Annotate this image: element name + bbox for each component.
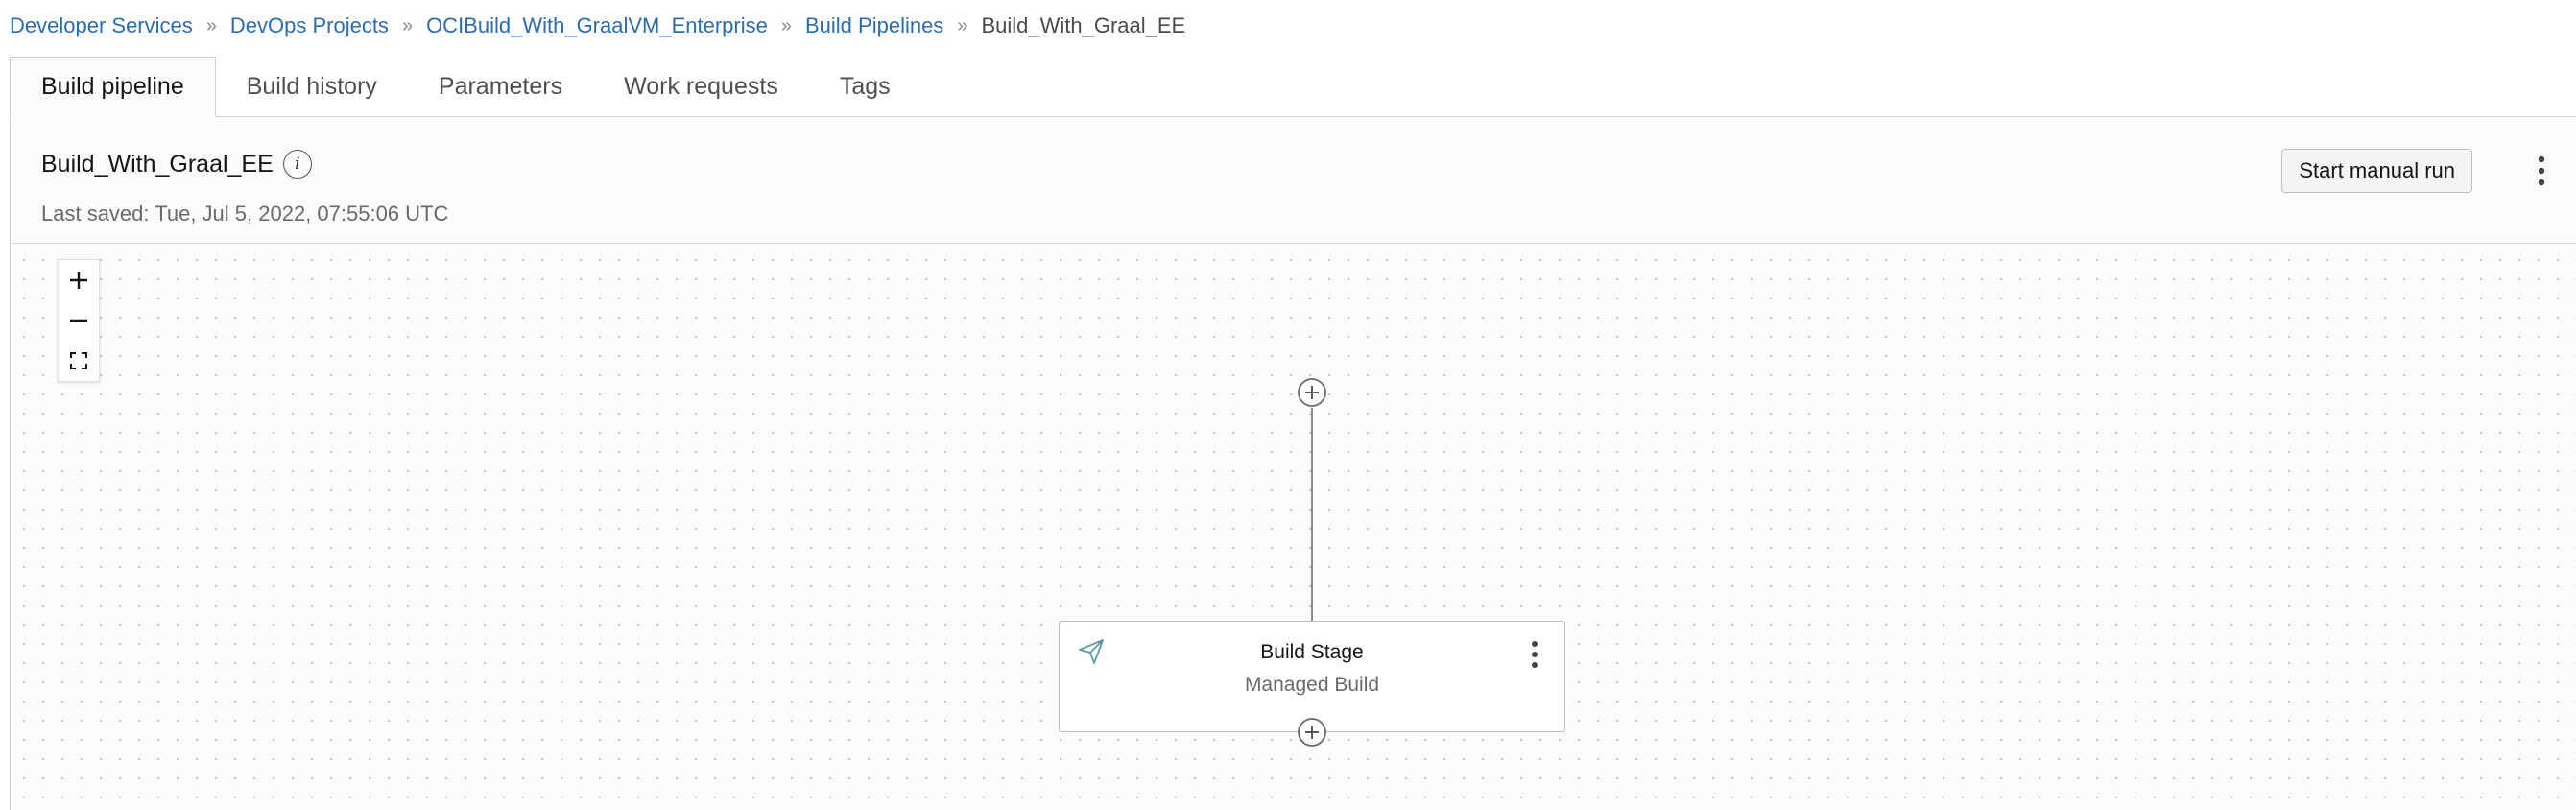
stage-more-actions-icon[interactable] [1528,639,1541,670]
last-saved-text: Last saved: Tue, Jul 5, 2022, 07:55:06 U… [41,202,449,226]
start-manual-run-button[interactable]: Start manual run [2281,149,2472,193]
tab-parameters[interactable]: Parameters [408,57,593,116]
build-stage-card[interactable]: Build Stage Managed Build [1059,621,1565,732]
pipeline-panel: Build_With_Graal_EE i Last saved: Tue, J… [10,117,2576,810]
pipeline-header: Build_With_Graal_EE i Last saved: Tue, J… [11,117,2576,244]
breadcrumb-devops-projects[interactable]: DevOps Projects [230,13,389,38]
tab-build-pipeline[interactable]: Build pipeline [10,57,216,117]
zoom-controls [58,259,100,382]
info-icon[interactable]: i [282,150,312,179]
plus-icon [70,272,87,289]
fit-to-screen-button[interactable] [59,341,99,381]
breadcrumb-developer-services[interactable]: Developer Services [10,13,193,38]
pipeline-canvas[interactable]: Build Stage Managed Build [11,245,2576,810]
breadcrumb-build-pipelines[interactable]: Build Pipelines [805,13,943,38]
pipeline-name-row: Build_With_Graal_EE i [41,150,312,179]
stage-subtitle: Managed Build [1244,674,1380,696]
breadcrumb-separator: » [205,14,217,36]
minus-icon [70,319,87,322]
tab-bar: Build pipeline Build history Parameters … [10,57,2576,117]
stage-title: Build Stage [1260,641,1364,663]
tab-work-requests[interactable]: Work requests [593,57,809,116]
add-stage-before-icon[interactable] [1297,377,1327,408]
fit-screen-icon [70,352,87,369]
add-stage-after-icon[interactable] [1297,717,1327,748]
zoom-out-button[interactable] [59,300,99,341]
tab-build-history[interactable]: Build history [216,57,408,116]
zoom-in-button[interactable] [59,260,99,300]
breadcrumb-separator: » [780,14,792,36]
more-actions-icon[interactable] [2534,154,2549,188]
breadcrumb-separator: » [957,14,968,36]
breadcrumb-separator: » [401,14,414,36]
breadcrumb-current: Build_With_Graal_EE [981,13,1186,37]
tab-tags[interactable]: Tags [809,57,921,116]
pipeline-title: Build_With_Graal_EE [41,150,274,178]
breadcrumb: Developer Services » DevOps Projects » O… [10,12,1185,40]
pipeline-connector [1311,408,1313,621]
breadcrumb-project[interactable]: OCIBuild_With_GraalVM_Enterprise [426,13,768,38]
